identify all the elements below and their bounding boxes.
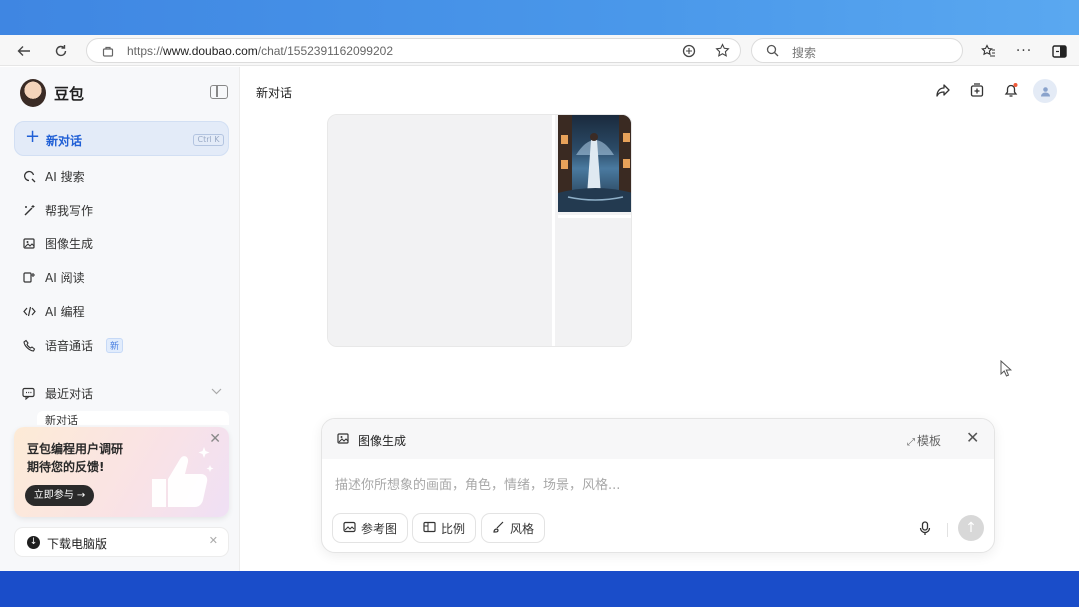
image-placeholder[interactable] — [328, 115, 555, 346]
expand-icon: ⤢ — [907, 437, 915, 448]
thumbs-up-icon — [152, 447, 214, 507]
search-placeholder: 搜索 — [792, 46, 817, 60]
brush-icon — [492, 521, 505, 536]
sidebar-item-ai-read[interactable]: AI 阅读 — [22, 267, 85, 287]
sidebar: 豆包 + 新对话 Ctrl K AI 搜索 帮我写作 图像生成 AI 阅读 AI… — [0, 67, 240, 571]
sidebar-item-label: 语音通话 — [45, 338, 94, 353]
mouse-cursor-icon — [1000, 359, 1013, 380]
chip-label: 比例 — [441, 521, 466, 536]
template-label: 模板 — [917, 434, 942, 448]
join-survey-button[interactable]: 立即参与 → — [25, 485, 94, 506]
share-icon[interactable] — [933, 80, 953, 100]
new-chat-button[interactable]: + 新对话 Ctrl K — [14, 121, 229, 156]
back-icon[interactable] — [14, 41, 34, 61]
site-info-icon[interactable] — [102, 45, 114, 60]
shortcut-hint: Ctrl K — [193, 134, 224, 146]
template-button[interactable]: ⤢ 模板 — [907, 432, 941, 449]
translate-icon[interactable] — [682, 44, 696, 61]
image-icon — [337, 432, 350, 448]
app-logo[interactable]: 豆包 — [20, 79, 84, 107]
sidebar-item-voice-call[interactable]: 语音通话 新 — [22, 335, 124, 355]
download-icon: ↓ — [27, 536, 40, 549]
composer-mode-bar: 图像生成 ⤢ 模板 ✕ — [322, 419, 994, 459]
search-icon — [766, 44, 779, 60]
sidebar-item-ai-search[interactable]: AI 搜索 — [22, 166, 85, 186]
sidebar-item-label: AI 编程 — [45, 304, 85, 319]
composer-mode-label: 图像生成 — [358, 434, 407, 448]
user-icon — [1040, 86, 1050, 96]
app-name: 豆包 — [54, 84, 85, 103]
ratio-icon — [423, 521, 436, 536]
browser-search-box[interactable]: 搜索 — [751, 38, 963, 63]
close-icon[interactable]: ✕ — [966, 428, 979, 447]
browser-toolbar: https://www.doubao.com/chat/155239116209… — [0, 35, 1079, 66]
image-icon — [22, 236, 36, 250]
doubao-avatar-icon — [20, 79, 46, 107]
page-title: 新对话 — [256, 86, 293, 100]
taskbar — [0, 571, 1079, 607]
wand-icon — [22, 203, 36, 217]
plus-icon: + — [25, 126, 41, 147]
image-placeholder[interactable] — [558, 215, 631, 346]
new-chat-label: 新对话 — [46, 134, 83, 148]
search-sparkle-icon — [22, 169, 36, 183]
sidebar-item-image-gen[interactable]: 图像生成 — [22, 233, 93, 253]
promo-title: 豆包编程用户调研 — [27, 442, 124, 456]
chat-bubble-icon — [22, 387, 36, 400]
sidebar-item-ai-code[interactable]: AI 编程 — [22, 301, 85, 321]
aspect-ratio-button[interactable]: 比例 — [412, 513, 477, 543]
desktop-top-band — [0, 0, 1079, 35]
chevron-down-icon[interactable] — [211, 387, 222, 398]
microphone-icon[interactable] — [919, 521, 931, 540]
prompt-input[interactable]: 描述你所想象的画面，角色，情绪，场景，风格... — [335, 474, 620, 493]
generated-images-grid — [327, 114, 632, 347]
promo-subtitle: 期待您的反馈! — [27, 460, 105, 474]
style-button[interactable]: 风格 — [481, 513, 546, 543]
user-avatar[interactable] — [1033, 79, 1057, 103]
new-badge: 新 — [106, 337, 124, 353]
download-desktop-button[interactable]: ↓ 下载电脑版 ✕ — [14, 527, 229, 557]
send-button[interactable]: ↑ — [958, 515, 984, 541]
collapse-sidebar-icon[interactable] — [210, 85, 228, 99]
chip-label: 风格 — [510, 521, 535, 536]
add-to-collection-icon[interactable] — [967, 80, 987, 100]
recent-chats-header[interactable]: 最近对话 — [22, 383, 222, 403]
reference-image-button[interactable]: 参考图 — [332, 513, 409, 543]
download-label: 下载电脑版 — [47, 537, 108, 551]
read-icon — [22, 270, 36, 284]
message-composer: 图像生成 ⤢ 模板 ✕ 描述你所想象的画面，角色，情绪，场景，风格... 参考图 … — [321, 418, 995, 553]
refresh-icon[interactable] — [51, 41, 71, 61]
sidebar-item-label: AI 阅读 — [45, 270, 85, 285]
favorite-star-icon[interactable] — [715, 43, 730, 61]
sidebar-item-label: 图像生成 — [45, 236, 94, 251]
notification-bell-icon[interactable] — [1001, 80, 1021, 100]
close-icon[interactable]: ✕ — [209, 534, 218, 547]
arrow-up-icon: ↑ — [965, 520, 977, 536]
main-panel: 新对话 图像生成 ⤢ 模板 ✕ 描述你所想象的画面，角色，情绪，场景，风格...… — [241, 67, 1079, 571]
address-bar[interactable]: https://www.doubao.com/chat/155239116209… — [86, 38, 741, 63]
browser-window: https://www.doubao.com/chat/155239116209… — [0, 35, 1079, 571]
image-ref-icon — [343, 521, 356, 536]
phone-icon — [22, 338, 36, 352]
sidebar-item-writing[interactable]: 帮我写作 — [22, 200, 93, 220]
chip-label: 参考图 — [361, 521, 398, 536]
more-options-icon[interactable]: ··· — [1014, 41, 1034, 61]
code-icon — [22, 304, 36, 318]
divider — [947, 523, 948, 537]
generated-image-thumbnail[interactable] — [558, 115, 631, 212]
sidebar-panel-icon[interactable] — [1049, 41, 1069, 61]
recent-chats-label: 最近对话 — [45, 386, 94, 401]
recent-chat-item[interactable]: 新对话 — [37, 411, 229, 425]
url-text: https://www.doubao.com/chat/155239116209… — [127, 44, 393, 58]
survey-promo-card: 豆包编程用户调研 期待您的反馈! 立即参与 → ✕ — [14, 427, 229, 517]
sidebar-item-label: AI 搜索 — [45, 169, 85, 184]
sidebar-item-label: 帮我写作 — [45, 203, 94, 218]
favorites-list-icon[interactable] — [978, 41, 998, 61]
